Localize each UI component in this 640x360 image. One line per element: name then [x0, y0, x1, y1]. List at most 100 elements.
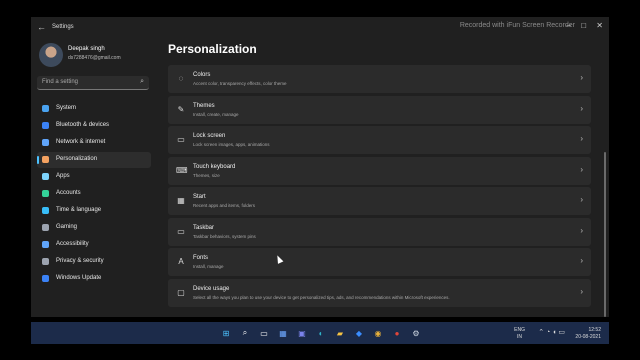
card-subtitle: Lock screen images, apps, animations	[193, 142, 270, 147]
chevron-right-icon: ›	[580, 73, 583, 82]
search-input[interactable]: Find a setting ⌕	[37, 76, 149, 90]
setting-card-device-usage[interactable]: ▢ Device usage Select all the ways you pla…	[168, 278, 591, 307]
person-icon	[42, 190, 49, 197]
brush-icon: ✎	[177, 104, 185, 114]
palette-icon: ◌	[178, 74, 184, 83]
taskbar-apps: ⊞ ⌕ ▭ ▦ ▣ ◐ ▰ ◆ ◉ ● ⚙	[219, 326, 423, 340]
system-tray: ENG IN ⌃ ◔ ◖ ▭ 12:52 20-08-2021	[481, 325, 601, 341]
search-icon[interactable]: ⌕	[238, 326, 252, 340]
task-view-icon[interactable]: ▭	[257, 326, 271, 340]
sidebar-item-label: Accounts	[56, 190, 81, 196]
card-subtitle: Recent apps and items, folders	[193, 203, 256, 208]
device-usage-icon: ▢	[177, 287, 185, 297]
tray-icons[interactable]: ⌃ ◔ ◖ ▭	[538, 328, 565, 336]
chat-icon[interactable]: ▣	[295, 326, 309, 340]
taskbar-icon: ▭	[177, 226, 185, 236]
card-subtitle: Install, manage	[193, 264, 224, 269]
sidebar-item-label: System	[56, 105, 77, 111]
setting-card-touch-keyboard[interactable]: ⌨ Touch keyboard Themes, size ›	[168, 156, 591, 185]
setting-card-colors[interactable]: ◌ Colors Accent color, transparency effect…	[168, 65, 591, 93]
sidebar-item-accessibility[interactable]: Accessibility	[37, 237, 151, 253]
setting-card-lock-screen[interactable]: ▭ Lock screen Lock screen images, apps, an…	[168, 126, 591, 154]
brush-icon	[42, 156, 49, 163]
clock-time[interactable]: 12:52	[588, 327, 601, 333]
apps-icon	[42, 173, 49, 180]
accessibility-icon	[42, 241, 49, 248]
dropbox-icon[interactable]: ◆	[352, 326, 366, 340]
minimize-icon[interactable]: –	[567, 21, 571, 30]
card-title: Colors	[193, 72, 211, 78]
close-icon[interactable]: ✕	[596, 21, 603, 30]
card-title: Start	[193, 194, 206, 200]
sidebar-item-privacy-security[interactable]: Privacy & security	[37, 254, 151, 270]
search-icon: ⌕	[140, 78, 144, 85]
sidebar-item-gaming[interactable]: Gaming	[37, 220, 151, 236]
sidebar-item-label: Privacy & security	[56, 258, 104, 264]
file-explorer-icon[interactable]: ▰	[333, 326, 347, 340]
settings-card-list: ◌ Colors Accent color, transparency effect…	[168, 65, 591, 309]
sidebar-nav: System Bluetooth & devices Network & inter…	[37, 101, 151, 288]
card-subtitle: Taskbar behaviors, system pins	[193, 233, 256, 239]
card-title: Lock screen	[193, 133, 226, 139]
chevron-right-icon: ›	[580, 225, 583, 235]
chevron-right-icon: ›	[580, 164, 583, 174]
card-subtitle: Install, create, manage	[193, 111, 239, 117]
back-arrow-icon[interactable]: ←	[37, 22, 46, 32]
edge-icon[interactable]: ◐	[314, 326, 328, 340]
user-profile[interactable]: Deepak singh ds7288476@gmail.com	[39, 43, 159, 71]
sidebar-item-network-internet[interactable]: Network & internet	[37, 135, 151, 151]
chevron-right-icon: ›	[580, 195, 583, 204]
sidebar-item-label: Network & internet	[56, 139, 106, 145]
gamepad-icon	[42, 224, 49, 231]
sidebar-item-label: Accessibility	[56, 241, 89, 247]
sidebar-item-system[interactable]: System	[37, 101, 151, 117]
sidebar-item-personalization[interactable]: Personalization	[37, 152, 151, 168]
sidebar-item-bluetooth-devices[interactable]: Bluetooth & devices	[37, 118, 151, 134]
sidebar-item-windows-update[interactable]: Windows Update	[37, 271, 151, 287]
clock-date[interactable]: 20-08-2021	[575, 334, 601, 340]
sidebar-item-apps[interactable]: Apps	[37, 169, 151, 185]
card-title: Fonts	[193, 255, 209, 261]
card-title: Taskbar	[193, 224, 215, 231]
chevron-right-icon: ›	[580, 256, 583, 265]
sidebar-item-label: Personalization	[56, 156, 98, 162]
search-placeholder: Find a setting	[42, 79, 79, 85]
user-name: Deepak singh	[68, 46, 105, 52]
sidebar-item-label: Gaming	[56, 224, 78, 230]
card-title: Device usage	[193, 285, 230, 292]
setting-card-fonts[interactable]: A Fonts Install, manage ›	[168, 248, 591, 276]
sidebar-item-accounts[interactable]: Accounts	[37, 186, 151, 202]
setting-card-themes[interactable]: ✎ Themes Install, create, manage ›	[168, 95, 591, 124]
language-indicator[interactable]: ENG	[514, 327, 525, 333]
shield-icon	[42, 258, 49, 265]
settings-window: ← Settings Recorded with iFun Screen Rec…	[31, 17, 609, 317]
sidebar-item-label: Apps	[56, 173, 70, 179]
recorder-icon[interactable]: ●	[390, 326, 404, 340]
chevron-right-icon: ›	[580, 286, 583, 296]
windows-start-icon[interactable]: ⊞	[219, 326, 233, 340]
sidebar-item-time-language[interactable]: Time & language	[37, 203, 151, 219]
window-title: Settings	[52, 24, 74, 30]
card-subtitle: Select all the ways you plan to use your…	[193, 294, 450, 300]
language-region: IN	[517, 334, 522, 340]
scrollbar[interactable]	[604, 152, 606, 317]
setting-card-taskbar[interactable]: ▭ Taskbar Taskbar behaviors, system pins ›	[168, 217, 591, 246]
card-title: Touch keyboard	[193, 163, 236, 170]
settings-icon[interactable]: ⚙	[409, 326, 423, 340]
keyboard-icon: ⌨	[176, 165, 188, 175]
lock-screen-icon: ▭	[177, 135, 185, 144]
widgets-icon[interactable]: ▦	[276, 326, 290, 340]
sidebar-item-label: Windows Update	[56, 275, 102, 281]
avatar	[39, 43, 63, 67]
user-email: ds7288476@gmail.com	[68, 55, 121, 61]
chrome-icon[interactable]: ◉	[371, 326, 385, 340]
start-icon: ▦	[177, 196, 185, 205]
card-subtitle: Themes, size	[193, 172, 220, 178]
sidebar-item-label: Bluetooth & devices	[56, 122, 110, 128]
sidebar-item-label: Time & language	[56, 207, 102, 213]
taskbar: ⊞ ⌕ ▭ ▦ ▣ ◐ ▰ ◆ ◉ ● ⚙ ENG IN ⌃ ◔ ◖ ▭ 12:52 20-08-2…	[31, 322, 609, 344]
setting-card-start[interactable]: ▦ Start Recent apps and items, folders ›	[168, 187, 591, 215]
globe-icon	[42, 207, 49, 214]
maximize-icon[interactable]: □	[581, 21, 586, 30]
fonts-icon: A	[178, 257, 184, 266]
